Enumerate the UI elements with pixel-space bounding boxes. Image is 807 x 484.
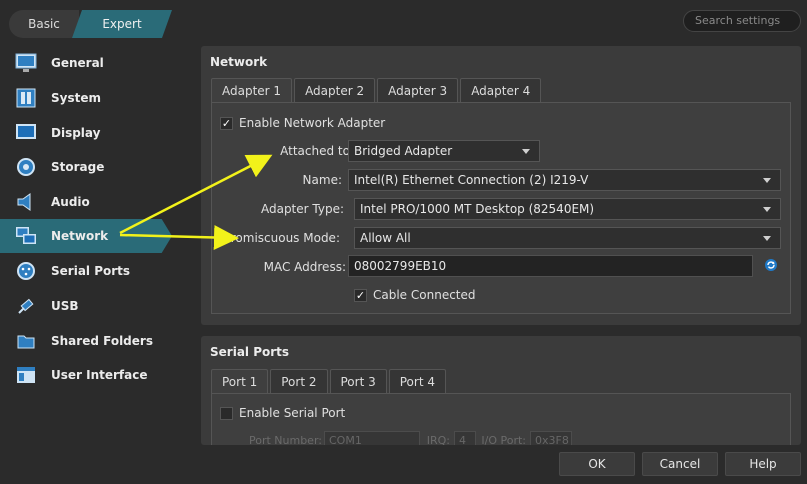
io-port-label: I/O Port:: [481, 434, 526, 445]
tab-port-4[interactable]: Port 4: [388, 369, 446, 393]
sidebar-item-label: Display: [51, 126, 101, 140]
usb-icon: [15, 295, 37, 317]
enable-serial-port-checkbox[interactable]: [220, 406, 233, 420]
expert-mode-tab[interactable]: Expert: [72, 10, 172, 38]
adapter-type-label: Adapter Type:: [260, 202, 344, 216]
port-tabs: Port 1 Port 2 Port 3 Port 4: [211, 369, 448, 393]
enable-network-adapter-label: Enable Network Adapter: [239, 116, 386, 130]
enable-network-adapter-checkbox[interactable]: ✓: [220, 116, 233, 130]
port-number-value: COM1: [329, 433, 362, 446]
adapter-tabs: Adapter 1 Adapter 2 Adapter 3 Adapter 4: [211, 78, 543, 102]
attached-to-combo[interactable]: Bridged Adapter: [348, 140, 540, 162]
io-port-value: 0x3F8: [535, 433, 569, 446]
tab-port-2[interactable]: Port 2: [270, 369, 328, 393]
network-title: Network: [210, 55, 268, 69]
speaker-icon: [15, 191, 37, 213]
chevron-down-icon: [763, 236, 771, 241]
sidebar-item-label: Shared Folders: [51, 334, 153, 348]
network-icon: [15, 225, 37, 247]
name-combo[interactable]: Intel(R) Ethernet Connection (2) I219-V: [348, 169, 781, 191]
network-panel: Network Adapter 1 Adapter 2 Adapter 3 Ad…: [201, 46, 801, 325]
sidebar-item-general[interactable]: General: [0, 46, 172, 80]
irq-value: 4: [459, 433, 466, 446]
promiscuous-mode-value: Allow All: [360, 231, 411, 245]
folder-icon: [15, 330, 37, 352]
irq-field[interactable]: 4: [454, 431, 476, 445]
refresh-mac-icon[interactable]: [764, 258, 778, 272]
sidebar-item-audio[interactable]: Audio: [0, 185, 172, 219]
serial-port-icon: [15, 260, 37, 282]
enable-serial-port-label: Enable Serial Port: [239, 406, 346, 420]
enable-network-adapter[interactable]: ✓ Enable Network Adapter: [220, 116, 385, 130]
chevron-down-icon: [763, 178, 771, 183]
chip-icon: [15, 87, 37, 109]
search-input[interactable]: [695, 14, 800, 27]
sidebar-item-system[interactable]: System: [0, 81, 172, 115]
irq-label: IRQ:: [426, 434, 450, 445]
sidebar-item-display[interactable]: Display: [0, 116, 172, 150]
cable-connected-checkbox[interactable]: ✓: [354, 288, 367, 302]
sidebar-item-label: System: [51, 91, 101, 105]
window-icon: [15, 364, 37, 386]
sidebar-item-label: USB: [51, 299, 79, 313]
adapter-tab-body: ✓ Enable Network Adapter Attached to: Br…: [211, 102, 791, 314]
sidebar-item-usb[interactable]: USB: [0, 289, 172, 323]
sidebar-item-label: Audio: [51, 195, 90, 209]
adapter-type-value: Intel PRO/1000 MT Desktop (82540EM): [360, 202, 595, 216]
attached-to-label: Attached to:: [280, 144, 354, 158]
name-value: Intel(R) Ethernet Connection (2) I219-V: [354, 173, 589, 187]
promiscuous-mode-label: Promiscuous Mode:: [223, 231, 340, 245]
sidebar-item-label: Network: [51, 229, 109, 243]
tab-port-3[interactable]: Port 3: [329, 369, 387, 393]
tab-adapter-2[interactable]: Adapter 2: [294, 78, 376, 102]
attached-to-value: Bridged Adapter: [354, 144, 453, 158]
mac-address-field[interactable]: 08002799EB10: [348, 255, 753, 277]
port-number-label: Port Number:: [248, 434, 322, 445]
mac-address-label: MAC Address:: [263, 260, 346, 274]
mac-address-value: 08002799EB10: [354, 259, 447, 273]
sidebar-item-label: User Interface: [51, 368, 148, 382]
adapter-type-combo[interactable]: Intel PRO/1000 MT Desktop (82540EM): [354, 198, 781, 220]
monitor-icon: [15, 52, 37, 74]
display-icon: [15, 122, 37, 144]
cancel-button[interactable]: Cancel: [642, 452, 718, 476]
sidebar-item-serial-ports[interactable]: Serial Ports: [0, 254, 172, 288]
cable-connected[interactable]: ✓ Cable Connected: [354, 288, 476, 302]
name-label: Name:: [302, 173, 342, 187]
sidebar-item-label: General: [51, 56, 104, 70]
sidebar-item-network[interactable]: Network: [0, 219, 172, 253]
tab-adapter-3[interactable]: Adapter 3: [377, 78, 459, 102]
port-tab-body: Enable Serial Port Port Number: COM1 IRQ…: [211, 393, 791, 445]
serial-ports-panel: Serial Ports Port 1 Port 2 Port 3 Port 4…: [201, 336, 801, 445]
top-bar: Basic Expert: [0, 0, 807, 46]
port-number-combo[interactable]: COM1: [324, 431, 420, 445]
sidebar: General System Display Storage Audio Net…: [0, 46, 190, 484]
chevron-down-icon: [763, 207, 771, 212]
serial-ports-title: Serial Ports: [210, 345, 290, 359]
sidebar-item-label: Serial Ports: [51, 264, 131, 278]
help-button[interactable]: Help: [725, 452, 801, 476]
tab-adapter-4[interactable]: Adapter 4: [460, 78, 542, 102]
promiscuous-mode-combo[interactable]: Allow All: [354, 227, 781, 249]
sidebar-item-user-interface[interactable]: User Interface: [0, 358, 172, 392]
chevron-down-icon: [522, 149, 530, 154]
disk-icon: [15, 156, 37, 178]
search-settings[interactable]: [683, 10, 801, 32]
basic-mode-tab[interactable]: Basic: [9, 10, 79, 38]
sidebar-item-storage[interactable]: Storage: [0, 150, 172, 184]
sidebar-item-shared-folders[interactable]: Shared Folders: [0, 324, 172, 358]
io-port-field[interactable]: 0x3F8: [530, 431, 572, 445]
sidebar-item-label: Storage: [51, 160, 105, 174]
tab-adapter-1[interactable]: Adapter 1: [211, 78, 293, 102]
cable-connected-label: Cable Connected: [373, 288, 476, 302]
ok-button[interactable]: OK: [559, 452, 635, 476]
dialog-footer: OK Cancel Help: [0, 445, 807, 484]
tab-port-1[interactable]: Port 1: [211, 369, 269, 393]
enable-serial-port[interactable]: Enable Serial Port: [220, 406, 345, 420]
